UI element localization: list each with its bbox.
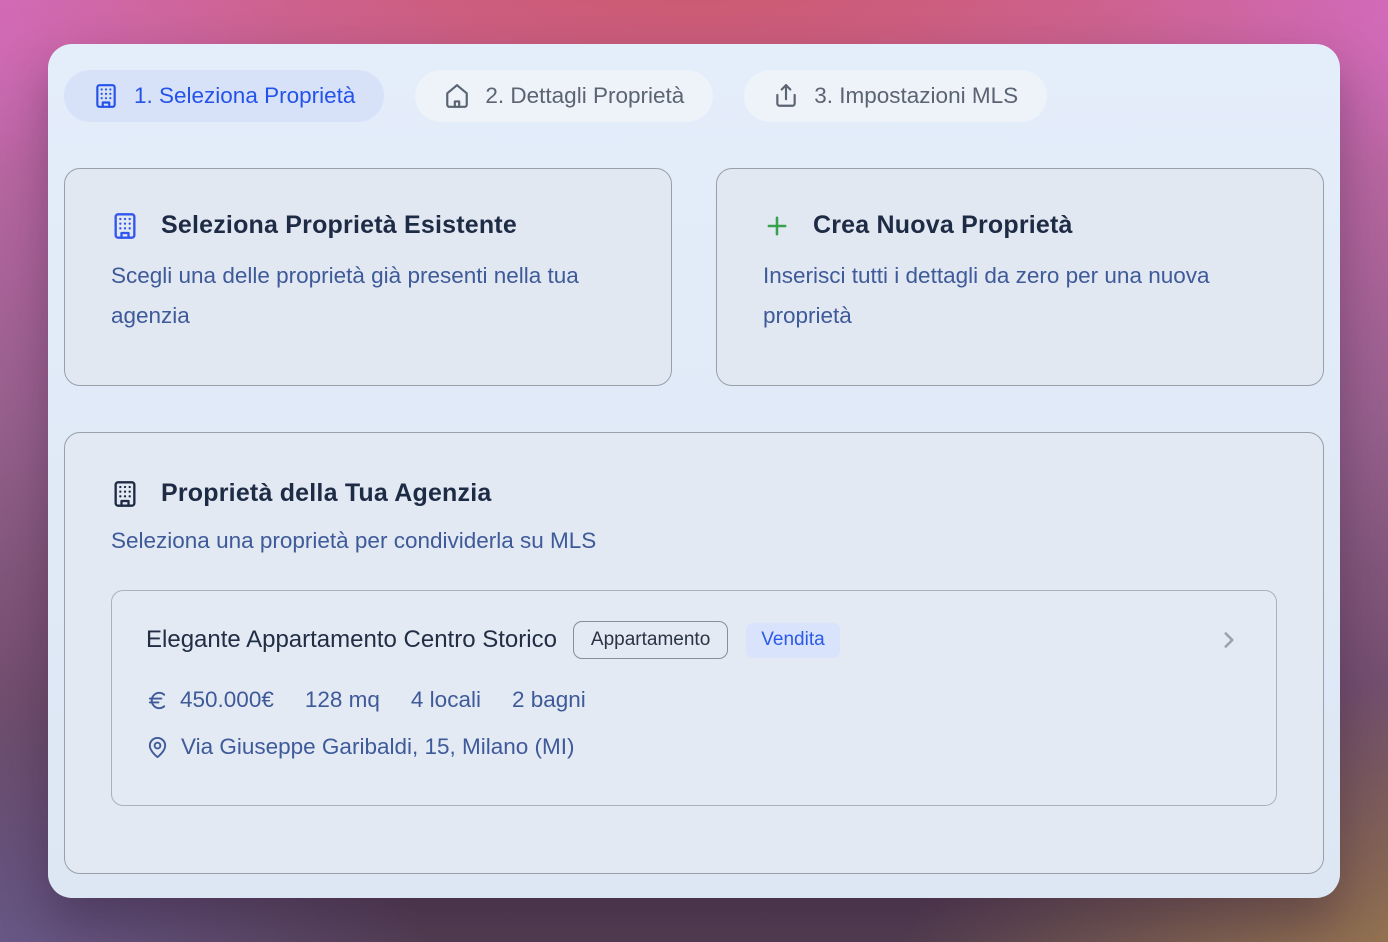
property-name: Elegante Appartamento Centro Storico (146, 626, 557, 654)
option-description: Scegli una delle proprietà già presenti … (111, 256, 611, 336)
property-type-badge: Appartamento (573, 621, 728, 659)
euro-icon (146, 689, 169, 712)
option-title: Crea Nuova Proprietà (813, 211, 1073, 240)
mls-wizard-window: 1. Seleziona Proprietà 2. Dettagli Propr… (48, 44, 1340, 898)
select-existing-property-card[interactable]: Seleziona Proprietà Esistente Scegli una… (64, 168, 672, 386)
property-size: 128 mq (305, 687, 380, 713)
step-label: 3. Impostazioni MLS (814, 83, 1018, 109)
step-label: 1. Seleziona Proprietà (134, 83, 355, 109)
property-price-value: 450.000€ (180, 687, 274, 713)
house-icon (444, 83, 470, 109)
option-title: Seleziona Proprietà Esistente (161, 211, 517, 240)
property-source-options: Seleziona Proprietà Esistente Scegli una… (64, 168, 1324, 386)
wizard-steps: 1. Seleziona Proprietà 2. Dettagli Propr… (64, 70, 1324, 122)
building-icon (93, 83, 119, 109)
step-select-property[interactable]: 1. Seleziona Proprietà (64, 70, 384, 122)
property-rooms: 4 locali (411, 687, 481, 713)
upload-icon (773, 83, 799, 109)
panel-title: Proprietà della Tua Agenzia (161, 479, 491, 508)
step-property-details[interactable]: 2. Dettagli Proprietà (415, 70, 713, 122)
plus-icon (763, 212, 791, 240)
property-price: 450.000€ (146, 687, 274, 713)
step-label: 2. Dettagli Proprietà (485, 83, 684, 109)
map-pin-icon (146, 736, 169, 759)
property-baths: 2 bagni (512, 687, 586, 713)
property-list-item[interactable]: Elegante Appartamento Centro Storico App… (111, 590, 1277, 806)
create-new-property-card[interactable]: Crea Nuova Proprietà Inserisci tutti i d… (716, 168, 1324, 386)
building-icon (111, 212, 139, 240)
option-description: Inserisci tutti i dettagli da zero per u… (763, 256, 1263, 336)
chevron-right-icon[interactable] (1216, 627, 1242, 653)
panel-subtitle: Seleziona una proprietà per condividerla… (111, 528, 1277, 554)
step-mls-settings[interactable]: 3. Impostazioni MLS (744, 70, 1047, 122)
agency-properties-panel: Proprietà della Tua Agenzia Seleziona un… (64, 432, 1324, 874)
building-icon (111, 480, 139, 508)
property-address: Via Giuseppe Garibaldi, 15, Milano (MI) (181, 734, 575, 760)
property-status-badge: Vendita (746, 623, 839, 658)
